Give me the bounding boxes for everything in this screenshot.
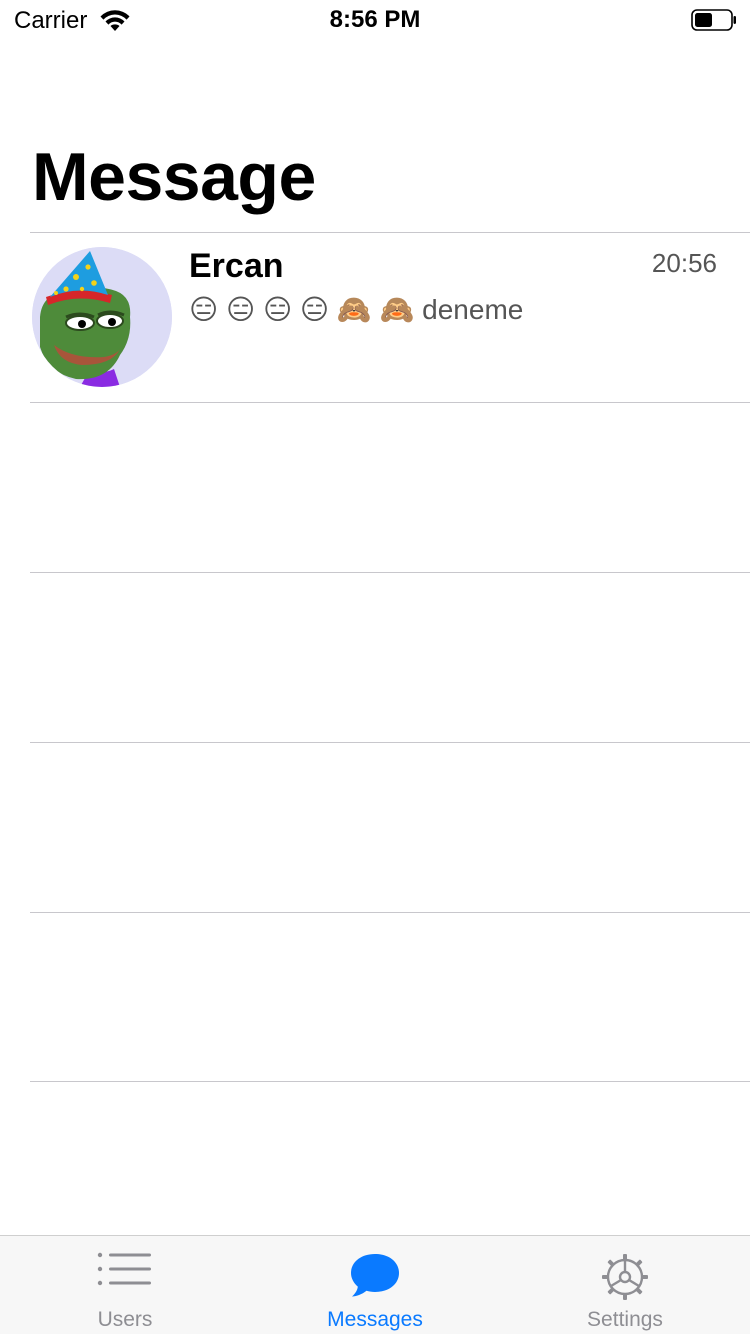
battery-icon — [691, 9, 736, 31]
message-time: 20:56 — [651, 248, 717, 278]
avatar[interactable] — [32, 247, 172, 387]
status-bar: Carrier 8:56 PM — [0, 0, 750, 40]
message-preview: 😑 😑 😑 😑 🙈 🙈 deneme — [189, 294, 524, 325]
conversation-row[interactable]: Ercan 😑 😑 😑 😑 🙈 🙈 deneme 20:56 — [30, 232, 750, 402]
tab-settings[interactable]: Settings — [500, 1236, 750, 1334]
page-title: Message — [32, 139, 316, 215]
empty-conversation-row — [30, 742, 750, 912]
conversation-list[interactable]: Ercan 😑 😑 😑 😑 🙈 🙈 deneme 20:56 — [30, 232, 750, 1082]
empty-conversation-row — [30, 572, 750, 742]
tab-bar: Users Messages Settings — [0, 1235, 750, 1334]
status-time: 8:56 PM — [329, 6, 421, 33]
contact-name: Ercan — [189, 247, 284, 285]
tab-users[interactable]: Users — [0, 1236, 250, 1334]
tab-settings-label: Settings — [587, 1308, 663, 1331]
tab-messages[interactable]: Messages — [250, 1236, 500, 1334]
list-icon — [97, 1252, 151, 1286]
gear-icon — [602, 1254, 648, 1300]
empty-conversation-row — [30, 912, 750, 1082]
chat-bubble-icon — [351, 1254, 399, 1297]
empty-conversation-row — [30, 402, 750, 572]
tab-messages-label: Messages — [327, 1308, 423, 1331]
frog-party-hat-avatar-icon — [32, 247, 172, 387]
tab-users-label: Users — [97, 1308, 153, 1331]
